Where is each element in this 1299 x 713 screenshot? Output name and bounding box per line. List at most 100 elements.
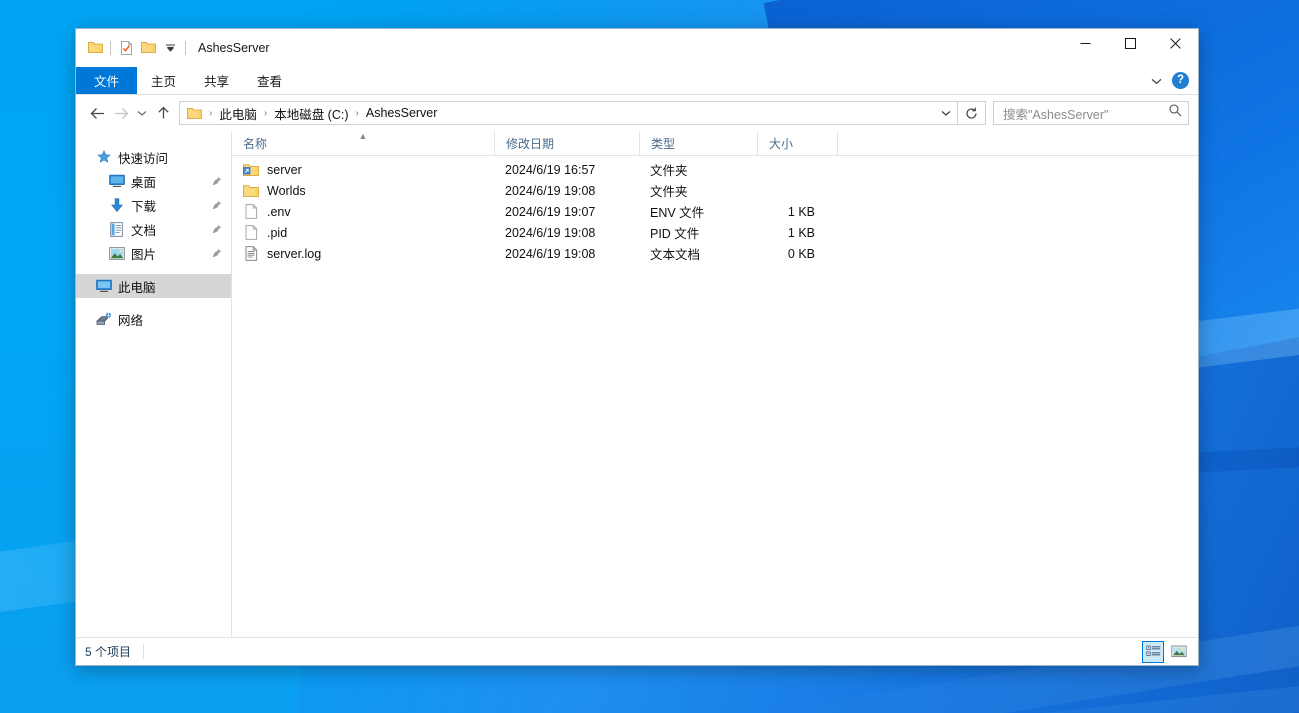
sidebar-item-pictures[interactable]: 图片	[76, 241, 231, 265]
up-button[interactable]	[151, 101, 175, 125]
expand-ribbon-button[interactable]	[1151, 72, 1162, 90]
sidebar-item-this-pc[interactable]: 此电脑	[76, 274, 231, 298]
pictures-icon	[108, 245, 125, 261]
file-name-cell[interactable]: Worlds	[232, 183, 494, 199]
file-name-cell[interactable]: .env	[232, 204, 494, 220]
large-icons-view-button[interactable]	[1169, 642, 1189, 662]
star-icon	[95, 149, 112, 165]
table-row[interactable]: server.log 2024/6/19 19:08 文本文档 0 KB	[232, 243, 1198, 264]
customize-qat-icon[interactable]	[159, 37, 181, 59]
column-header-name-label: 名称	[243, 136, 268, 151]
search-icon[interactable]	[1169, 104, 1182, 122]
download-icon	[108, 197, 125, 213]
refresh-button[interactable]	[958, 101, 986, 125]
status-separator	[143, 644, 145, 659]
file-type-cell: ENV 文件	[650, 206, 705, 220]
forward-button[interactable]	[109, 101, 133, 125]
file-name-cell[interactable]: .pid	[232, 225, 494, 241]
sidebar-item-desktop[interactable]: 桌面	[76, 169, 231, 193]
navigation-pane: 快速访问 桌面 下载 文档 图片 此电脑 网络	[76, 131, 232, 637]
chevron-down-icon[interactable]	[935, 102, 957, 124]
file-name-label: server.log	[267, 246, 322, 261]
breadcrumb-separator-1: ›	[263, 107, 268, 119]
file-date-cell: 2024/6/19 19:08	[505, 225, 596, 240]
file-name-label: server	[267, 162, 302, 177]
column-header-name[interactable]: ▲ 名称	[232, 131, 494, 155]
view-buttons	[1142, 640, 1198, 663]
sidebar-item-label-quick-access: 快速访问	[118, 151, 169, 166]
sidebar-item-label-network: 网络	[118, 313, 144, 328]
folder-icon[interactable]	[84, 37, 106, 59]
file-size-cell: 1 KB	[787, 225, 815, 240]
pin-icon-pictures[interactable]	[211, 248, 223, 258]
minimize-button[interactable]	[1063, 29, 1108, 59]
file-name-cell[interactable]: server.log	[232, 246, 494, 262]
ribbon-tabs: 文件 主页 共享 查看 ?	[76, 67, 1198, 95]
network-icon	[95, 311, 112, 327]
back-button[interactable]	[85, 101, 109, 125]
help-icon[interactable]: ?	[1172, 72, 1189, 89]
tab-home[interactable]: 主页	[137, 67, 190, 94]
tab-share[interactable]: 共享	[190, 67, 243, 94]
breadcrumb-separator-2: ›	[355, 107, 359, 119]
content-area: ▲ 名称 修改日期 类型 大小 server 2024/6/19 16:57 文…	[232, 131, 1198, 637]
sidebar-gap-2	[76, 298, 231, 307]
file-explorer-window: AshesServer 文件 主页 共享 查看 ? › 此电脑 › 本地磁盘 (…	[75, 28, 1199, 666]
file-date-cell: 2024/6/19 16:57	[505, 162, 596, 177]
search-input[interactable]: 搜索"AshesServer"	[1003, 104, 1169, 123]
file-size-cell: 0 KB	[787, 246, 815, 261]
sidebar-item-label-this-pc: 此电脑	[118, 280, 156, 295]
sidebar-item-downloads[interactable]: 下载	[76, 193, 231, 217]
recent-locations-button[interactable]	[133, 101, 151, 125]
generic-file-icon	[243, 204, 259, 220]
column-header-filler	[837, 131, 1198, 155]
pin-icon-downloads[interactable]	[211, 200, 223, 210]
text-file-icon	[243, 246, 259, 262]
properties-icon[interactable]	[115, 37, 137, 59]
breadcrumb-item-ashesserver[interactable]: AshesServer	[363, 106, 441, 120]
sidebar-item-network[interactable]: 网络	[76, 307, 231, 331]
breadcrumb-item-local-disk[interactable]: 本地磁盘 (C:)	[271, 104, 351, 123]
folder-icon	[243, 183, 259, 199]
generic-file-icon	[243, 225, 259, 241]
file-name-label: .env	[267, 204, 291, 219]
file-name-cell[interactable]: server	[232, 162, 494, 178]
breadcrumb-item-this-pc[interactable]: 此电脑	[216, 104, 260, 123]
file-list[interactable]: server 2024/6/19 16:57 文件夹 Worlds 2024/6…	[232, 156, 1198, 637]
maximize-button[interactable]	[1108, 29, 1153, 59]
column-header-date[interactable]: 修改日期	[494, 131, 639, 155]
tab-file[interactable]: 文件	[76, 67, 138, 94]
tab-view[interactable]: 查看	[243, 67, 296, 94]
status-bar: 5 个项目	[76, 637, 1198, 665]
column-header-size[interactable]: 大小	[757, 131, 837, 155]
window-title: AshesServer	[198, 40, 270, 55]
table-row[interactable]: .pid 2024/6/19 19:08 PID 文件 1 KB	[232, 222, 1198, 243]
ribbon-spacer	[296, 67, 1151, 94]
file-date-cell: 2024/6/19 19:08	[505, 183, 596, 198]
file-name-label: .pid	[267, 225, 288, 240]
column-header-type[interactable]: 类型	[639, 131, 757, 155]
table-row[interactable]: .env 2024/6/19 19:07 ENV 文件 1 KB	[232, 201, 1198, 222]
sidebar-item-label-pictures: 图片	[131, 247, 157, 262]
pin-icon-desktop[interactable]	[211, 176, 223, 186]
column-headers: ▲ 名称 修改日期 类型 大小	[232, 131, 1198, 156]
file-date-cell: 2024/6/19 19:08	[505, 246, 596, 261]
window-controls	[1063, 29, 1198, 67]
this-pc-icon	[95, 278, 112, 294]
table-row[interactable]: server 2024/6/19 16:57 文件夹	[232, 159, 1198, 180]
details-view-button[interactable]	[1142, 640, 1164, 663]
new-folder-icon[interactable]	[137, 37, 159, 59]
sidebar-gap-1	[76, 265, 231, 274]
close-button[interactable]	[1153, 29, 1198, 59]
pin-icon-documents[interactable]	[211, 224, 223, 234]
sidebar-item-quick-access[interactable]: 快速访问	[76, 145, 231, 169]
search-box[interactable]: 搜索"AshesServer"	[993, 101, 1189, 125]
address-bar[interactable]: › 此电脑 › 本地磁盘 (C:) › AshesServer	[179, 101, 958, 125]
breadcrumb-separator-0: ›	[209, 107, 213, 119]
address-bar-row: › 此电脑 › 本地磁盘 (C:) › AshesServer 搜索"Ashes…	[76, 95, 1198, 131]
window-body: 快速访问 桌面 下载 文档 图片 此电脑 网络 ▲ 名称 修改日期 类型 大小 …	[76, 131, 1198, 637]
table-row[interactable]: Worlds 2024/6/19 19:08 文件夹	[232, 180, 1198, 201]
sidebar-item-label-downloads: 下载	[131, 199, 157, 214]
sidebar-item-documents[interactable]: 文档	[76, 217, 231, 241]
item-count-label: 5 个项目	[85, 645, 132, 659]
